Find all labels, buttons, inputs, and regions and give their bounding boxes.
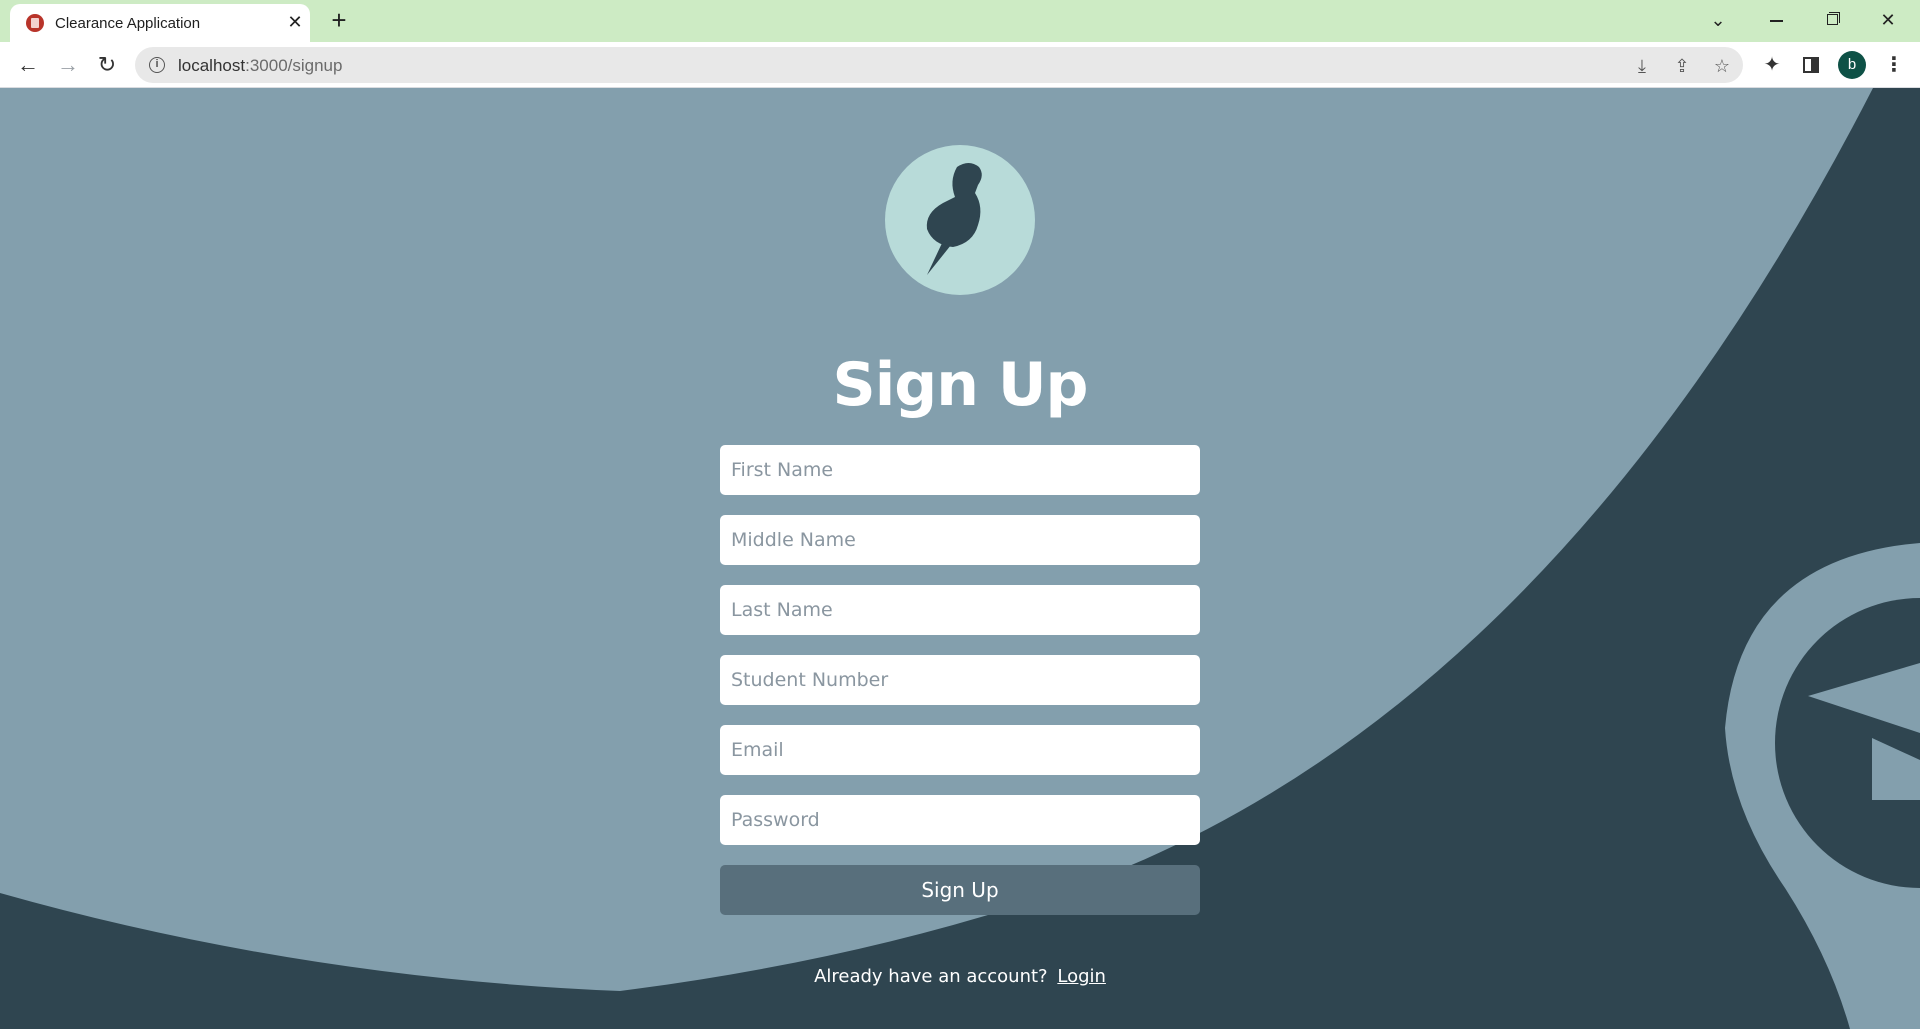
pushpin-icon xyxy=(926,163,982,275)
url-host: localhost xyxy=(178,56,246,75)
first-name-input[interactable] xyxy=(720,445,1200,495)
url-text: localhost:3000/signup xyxy=(178,56,342,76)
forward-button[interactable]: → xyxy=(52,49,84,81)
browser-tab[interactable]: Clearance Application ✕ xyxy=(10,4,310,42)
favicon-icon xyxy=(26,14,44,32)
last-name-input[interactable] xyxy=(720,585,1200,635)
restore-button[interactable] xyxy=(1815,5,1849,35)
browser-tab-bar: Clearance Application ✕ + ⌄ ✕ xyxy=(0,0,1920,42)
share-icon[interactable]: ⇪ xyxy=(1671,55,1693,77)
signup-page: Sign Up Sign Up Already have an account?… xyxy=(0,88,1920,1029)
side-panel-icon[interactable] xyxy=(1797,51,1825,79)
minimize-button[interactable] xyxy=(1759,5,1793,35)
minimize-icon xyxy=(1770,20,1783,22)
browser-toolbar: ← → ↻ i localhost:3000/signup ⤓ ⇪ ☆ ✦ b … xyxy=(0,42,1920,88)
back-button[interactable]: ← xyxy=(12,49,44,81)
signup-button[interactable]: Sign Up xyxy=(720,865,1200,915)
bookmark-star-icon[interactable]: ☆ xyxy=(1711,55,1733,77)
address-bar[interactable]: i localhost:3000/signup ⤓ ⇪ ☆ xyxy=(135,47,1743,83)
email-input[interactable] xyxy=(720,725,1200,775)
tab-search-chevron-icon[interactable]: ⌄ xyxy=(1701,5,1735,35)
close-window-button[interactable]: ✕ xyxy=(1871,5,1905,35)
student-number-input[interactable] xyxy=(720,655,1200,705)
login-link[interactable]: Login xyxy=(1057,966,1106,987)
signup-form: Sign Up xyxy=(720,445,1200,915)
profile-avatar[interactable]: b xyxy=(1838,51,1866,79)
password-input[interactable] xyxy=(720,795,1200,845)
pushpin-logo xyxy=(885,145,1035,295)
side-panel-shape xyxy=(1803,57,1819,73)
login-prompt: Already have an account? Login xyxy=(620,966,1300,987)
page-title: Sign Up xyxy=(832,350,1088,420)
middle-name-input[interactable] xyxy=(720,515,1200,565)
site-info-icon[interactable]: i xyxy=(149,57,165,73)
install-app-icon[interactable]: ⤓ xyxy=(1631,55,1653,77)
url-path: :3000/signup xyxy=(245,56,343,75)
tab-title: Clearance Application xyxy=(55,15,201,32)
login-prompt-text: Already have an account? xyxy=(814,966,1048,987)
extensions-puzzle-icon[interactable]: ✦ xyxy=(1758,51,1786,79)
restore-icon-front xyxy=(1827,14,1838,25)
more-menu-icon[interactable]: ⋮ xyxy=(1880,51,1908,79)
new-tab-button[interactable]: + xyxy=(325,7,353,35)
reload-button[interactable]: ↻ xyxy=(91,49,123,81)
close-tab-icon[interactable]: ✕ xyxy=(284,11,306,33)
